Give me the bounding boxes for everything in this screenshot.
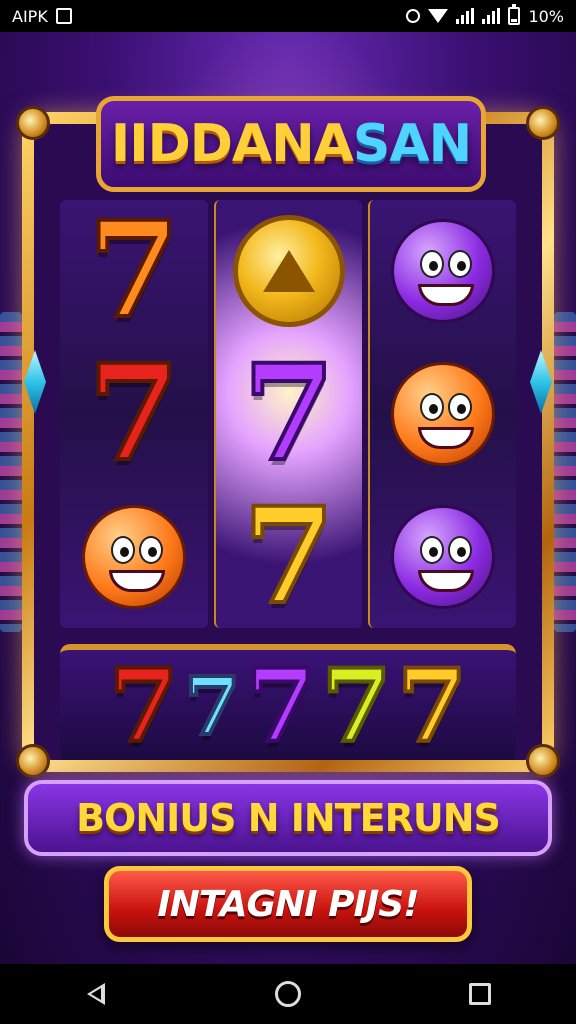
bottom-seven-5: 7 (395, 647, 469, 760)
back-triangle-icon (87, 983, 105, 1005)
symbol-gold-coin (224, 206, 354, 336)
recents-button[interactable] (450, 964, 510, 1024)
reel-1: 7 7 (60, 200, 208, 628)
status-bar: AIPK 10% (0, 0, 576, 32)
signal-icon (456, 8, 475, 24)
battery-icon (508, 4, 521, 25)
image-icon (55, 8, 72, 24)
reels: 7 7 7 7 (60, 200, 516, 628)
background-lights-left (0, 312, 22, 632)
home-button[interactable] (258, 964, 318, 1024)
background-lights-right (554, 312, 576, 632)
play-button[interactable]: INTAGNI PIJS! (104, 866, 472, 942)
slot-machine-body: 7 7 7 7 7 7 7 7 7 (34, 124, 542, 760)
bottom-seven-1: 7 (107, 647, 181, 760)
wifi-icon (428, 9, 449, 23)
game-title-plate: IIDDANASAN (96, 96, 486, 192)
symbol-seven-gold: 7 (241, 478, 337, 634)
navigation-bar (0, 964, 576, 1024)
frame-corner-ornament (16, 106, 50, 140)
bonus-banner: BONIUS N INTERUNS (24, 780, 552, 856)
play-button-label: INTAGNI PIJS! (157, 883, 419, 925)
symbol-purple-blob-character (378, 206, 508, 336)
home-circle-icon (275, 981, 301, 1007)
signal-2-icon (482, 8, 501, 24)
bonus-banner-text: BONIUS N INTERUNS (76, 796, 501, 840)
recents-square-icon (469, 983, 491, 1005)
symbol-orange-duck-character (378, 349, 508, 479)
bottom-seven-4: 7 (320, 647, 394, 760)
frame-corner-ornament (526, 744, 560, 778)
slot-machine-frame: 7 7 7 7 7 7 7 7 7 (16, 106, 560, 778)
reel-2: 7 7 (214, 200, 362, 628)
frame-corner-ornament (526, 106, 560, 140)
bottom-seven-3: 7 (244, 647, 318, 760)
symbol-seven-red: 7 (86, 335, 182, 491)
app-label: AIPK (12, 6, 48, 26)
symbol-seven-orange: 7 (86, 193, 182, 349)
game-title: IIDDANASAN (110, 114, 472, 174)
bottom-seven-row: 7 7 7 7 7 (60, 644, 516, 760)
frame-corner-ornament (16, 744, 50, 778)
symbol-purple-blob-character (378, 492, 508, 622)
symbol-seven-purple: 7 (241, 335, 337, 491)
symbol-orange-character (69, 492, 199, 622)
bottom-seven-2: 7 (183, 659, 243, 753)
reel-3 (368, 200, 516, 628)
alarm-icon (406, 9, 421, 23)
battery-percent: 10% (528, 6, 564, 26)
back-button[interactable] (66, 964, 126, 1024)
